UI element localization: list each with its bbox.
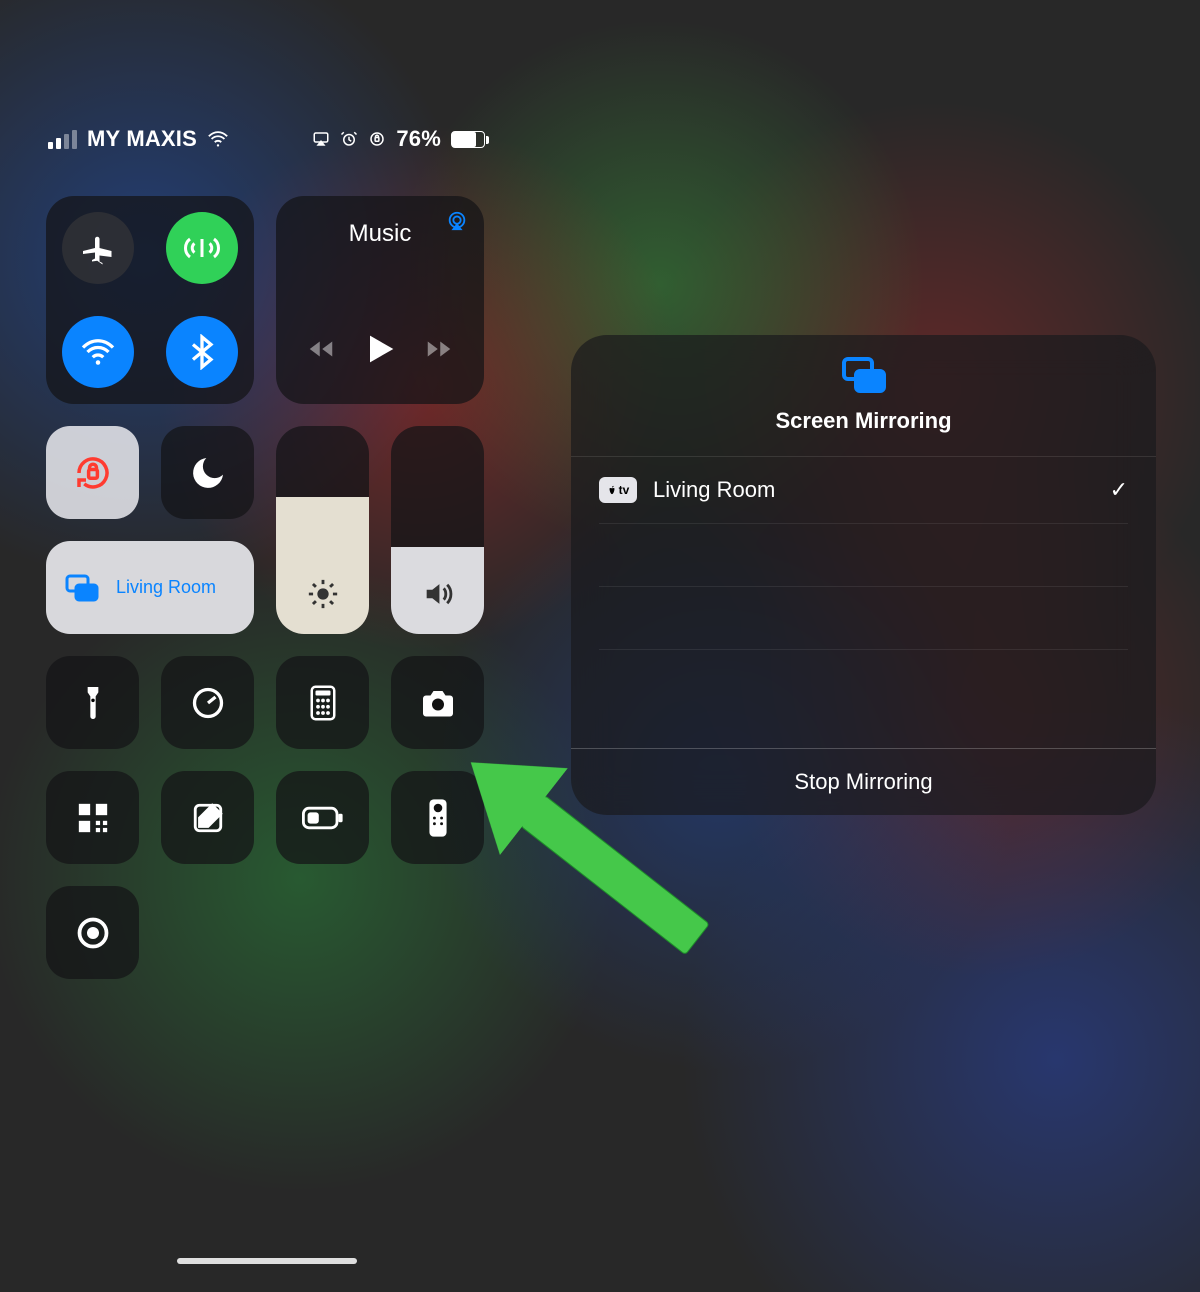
moon-icon — [188, 453, 228, 493]
sheet-title: Screen Mirroring — [571, 408, 1156, 434]
rotation-lock-toggle[interactable] — [46, 426, 139, 519]
cell-signal-icon — [48, 130, 77, 149]
do-not-disturb-toggle[interactable] — [161, 426, 254, 519]
phone-screenshot-left: MY MAXIS 76% — [0, 0, 533, 1292]
flashlight-icon — [77, 684, 109, 722]
flashlight-button[interactable] — [46, 656, 139, 749]
wifi-toggle[interactable] — [46, 300, 150, 404]
volume-slider[interactable] — [391, 426, 484, 634]
checkmark-icon: ✓ — [1110, 477, 1128, 503]
battery-icon — [451, 131, 485, 148]
timer-icon — [190, 685, 226, 721]
qr-icon — [76, 801, 110, 835]
play-button[interactable] — [360, 329, 400, 374]
calculator-icon — [308, 685, 338, 721]
stop-mirroring-button[interactable]: Stop Mirroring — [571, 748, 1156, 815]
airplane-mode-toggle[interactable] — [46, 196, 150, 300]
screen-mirror-icon — [64, 572, 100, 604]
battery-percent: 76% — [396, 126, 441, 152]
device-name: Living Room — [653, 477, 1110, 503]
music-card[interactable]: Music — [276, 196, 484, 404]
device-row-living-room[interactable]: tv Living Room ✓ — [571, 456, 1156, 523]
airplane-icon — [80, 230, 116, 266]
calculator-button[interactable] — [276, 656, 369, 749]
remote-icon — [428, 798, 448, 838]
phone-screenshot-right: Screen Mirroring tv Living Room ✓ Stop M… — [533, 0, 1200, 1292]
screen-mirror-icon — [839, 355, 889, 395]
rewind-button[interactable] — [306, 334, 336, 369]
screen-mirror-sheet: Screen Mirroring tv Living Room ✓ Stop M… — [571, 335, 1156, 815]
record-icon — [75, 915, 111, 951]
home-indicator[interactable] — [177, 1258, 357, 1264]
bluetooth-toggle[interactable] — [150, 300, 254, 404]
control-center: Music — [46, 196, 487, 1001]
airplay-status-icon — [312, 130, 330, 148]
status-bar: MY MAXIS 76% — [48, 126, 485, 152]
camera-icon — [419, 688, 457, 718]
volume-icon — [421, 577, 455, 616]
brightness-slider[interactable] — [276, 426, 369, 634]
screen-mirror-tile[interactable]: Living Room — [46, 541, 254, 634]
rotation-lock-icon — [72, 452, 114, 494]
connectivity-card[interactable] — [46, 196, 254, 404]
compose-icon — [191, 801, 225, 835]
low-power-icon — [302, 806, 344, 830]
tutorial-image: MY MAXIS 76% — [0, 0, 1200, 1292]
mirror-destination-label: Living Room — [116, 577, 216, 598]
rotation-lock-status-icon — [368, 130, 386, 148]
brightness-icon — [306, 577, 340, 616]
apple-tv-remote-button[interactable] — [391, 771, 484, 864]
wifi-icon — [80, 334, 116, 370]
screen-record-button[interactable] — [46, 886, 139, 979]
camera-button[interactable] — [391, 656, 484, 749]
forward-button[interactable] — [424, 334, 454, 369]
bluetooth-icon — [184, 334, 220, 370]
airplay-audio-icon[interactable] — [446, 210, 468, 237]
apple-tv-icon: tv — [599, 477, 637, 503]
wifi-icon — [207, 128, 229, 150]
notes-button[interactable] — [161, 771, 254, 864]
timer-button[interactable] — [161, 656, 254, 749]
stop-mirroring-label: Stop Mirroring — [794, 769, 932, 794]
low-power-button[interactable] — [276, 771, 369, 864]
carrier-label: MY MAXIS — [87, 126, 197, 152]
cellular-data-toggle[interactable] — [150, 196, 254, 300]
qr-scan-button[interactable] — [46, 771, 139, 864]
antenna-icon — [184, 230, 220, 266]
alarm-icon — [340, 130, 358, 148]
